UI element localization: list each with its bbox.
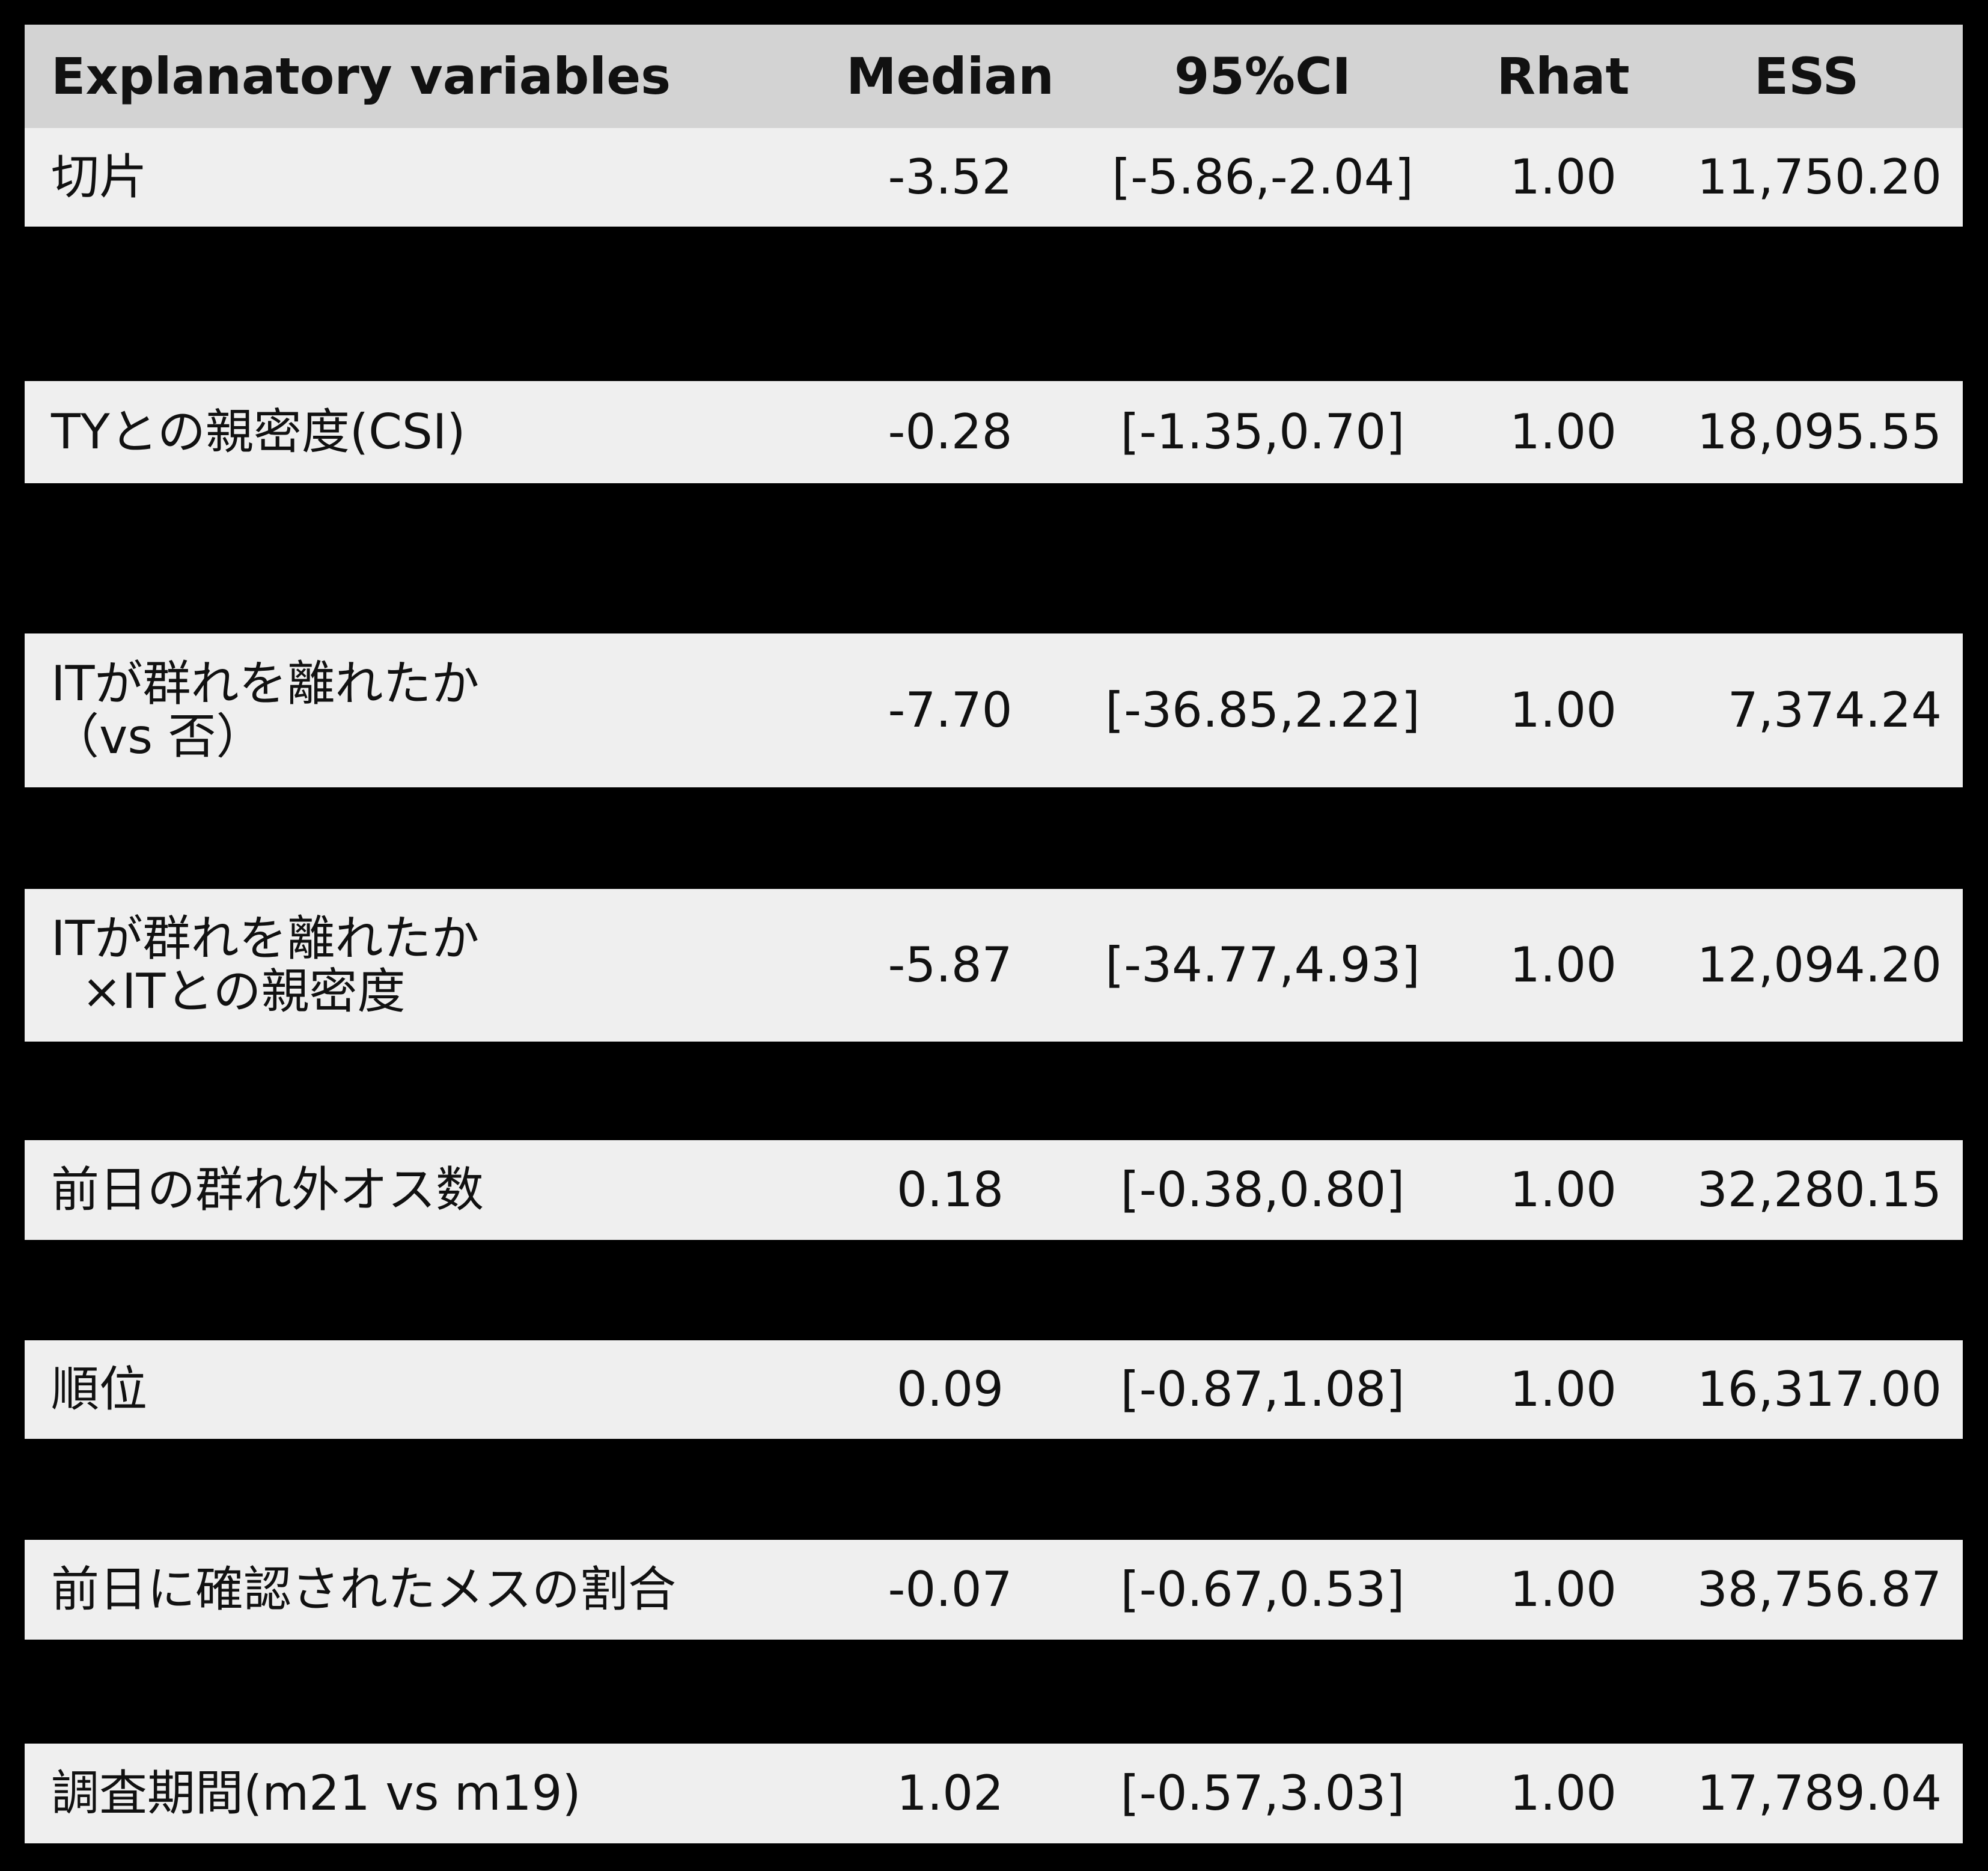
row-ci: [-0.38,0.80] (1120, 1162, 1405, 1218)
table-row: 前日に確認されたメスの割合 -0.07 [-0.67,0.53] 1.00 38… (25, 1540, 1963, 1640)
row-ci: [-34.77,4.93] (1105, 937, 1420, 993)
table-row: 切片 -3.52 [-5.86,-2.04] 1.00 11,750.20 (25, 128, 1963, 227)
row-median: 0.18 (896, 1162, 1004, 1218)
row-median: -7.70 (888, 682, 1013, 738)
header-variable: Explanatory variables (51, 47, 671, 106)
variable-line: TYとの親密度(CSI) (51, 404, 466, 460)
row-rhat: 1.00 (1509, 149, 1617, 205)
row-rhat: 1.00 (1509, 404, 1617, 460)
row-variable: ITが群れを離れたか （vs 否） (51, 633, 772, 787)
row-variable: 前日に確認されたメスの割合 (51, 1540, 772, 1640)
header-rhat: Rhat (1496, 47, 1630, 106)
row-ess: 16,317.00 (1697, 1361, 1942, 1417)
row-ess: 11,750.20 (1697, 149, 1942, 205)
row-median: -0.28 (888, 404, 1013, 460)
row-rhat: 1.00 (1509, 1561, 1617, 1617)
table-row: ITが群れを離れたか （vs 否） -7.70 [-36.85,2.22] 1.0… (25, 633, 1963, 787)
row-ess: 32,280.15 (1697, 1162, 1942, 1218)
header-ess: ESS (1754, 47, 1859, 106)
variable-line: ITが群れを離れたか (51, 911, 480, 966)
row-ci: [-0.87,1.08] (1120, 1361, 1405, 1417)
row-variable: 切片 (51, 128, 772, 227)
row-ess: 17,789.04 (1697, 1765, 1942, 1821)
results-table: Explanatory variables Median 95%CI Rhat … (25, 25, 1963, 1871)
table-header: Explanatory variables Median 95%CI Rhat … (25, 25, 1963, 128)
row-ci: [-36.85,2.22] (1105, 682, 1420, 738)
table-row: 前日の群れ外オス数 0.18 [-0.38,0.80] 1.00 32,280.… (25, 1140, 1963, 1240)
row-ess: 38,756.87 (1697, 1561, 1942, 1617)
table-row: 順位 0.09 [-0.87,1.08] 1.00 16,317.00 (25, 1340, 1963, 1439)
table-row: 調査期間(m21 vs m19) 1.02 [-0.57,3.03] 1.00 … (25, 1744, 1963, 1843)
header-median: Median (846, 47, 1054, 106)
variable-line: 前日の群れ外オス数 (51, 1162, 484, 1218)
row-variable: TYとの親密度(CSI) (51, 381, 772, 483)
row-median: 0.09 (896, 1361, 1004, 1417)
variable-line: （vs 否） (51, 709, 264, 765)
row-rhat: 1.00 (1509, 682, 1617, 738)
row-ci: [-0.57,3.03] (1120, 1765, 1405, 1821)
row-median: -5.87 (888, 937, 1013, 993)
row-median: -0.07 (888, 1561, 1013, 1617)
row-variable: 前日の群れ外オス数 (51, 1140, 772, 1240)
row-rhat: 1.00 (1509, 1765, 1617, 1821)
variable-line: ×ITとの親密度 (51, 963, 406, 1019)
variable-line: 調査期間(m21 vs m19) (51, 1765, 581, 1821)
row-median: 1.02 (896, 1765, 1004, 1821)
variable-line: 順位 (51, 1361, 147, 1417)
row-variable: 調査期間(m21 vs m19) (51, 1744, 772, 1843)
header-ci: 95%CI (1174, 47, 1351, 106)
row-ess: 12,094.20 (1697, 937, 1942, 993)
row-median: -3.52 (888, 149, 1013, 205)
row-ci: [-5.86,-2.04] (1112, 149, 1413, 205)
table-row: TYとの親密度(CSI) -0.28 [-1.35,0.70] 1.00 18,… (25, 381, 1963, 483)
variable-line: 前日に確認されたメスの割合 (51, 1561, 676, 1617)
row-ci: [-1.35,0.70] (1120, 404, 1405, 460)
row-ci: [-0.67,0.53] (1120, 1561, 1405, 1617)
row-rhat: 1.00 (1509, 937, 1617, 993)
row-ess: 7,374.24 (1727, 682, 1942, 738)
row-ess: 18,095.55 (1697, 404, 1942, 460)
variable-line: ITが群れを離れたか (51, 656, 480, 712)
row-rhat: 1.00 (1509, 1162, 1617, 1218)
table-row: ITが群れを離れたか ×ITとの親密度 -5.87 [-34.77,4.93] … (25, 889, 1963, 1042)
row-variable: ITが群れを離れたか ×ITとの親密度 (51, 889, 772, 1042)
row-variable: 順位 (51, 1340, 772, 1439)
row-rhat: 1.00 (1509, 1361, 1617, 1417)
variable-line: 切片 (51, 149, 147, 205)
